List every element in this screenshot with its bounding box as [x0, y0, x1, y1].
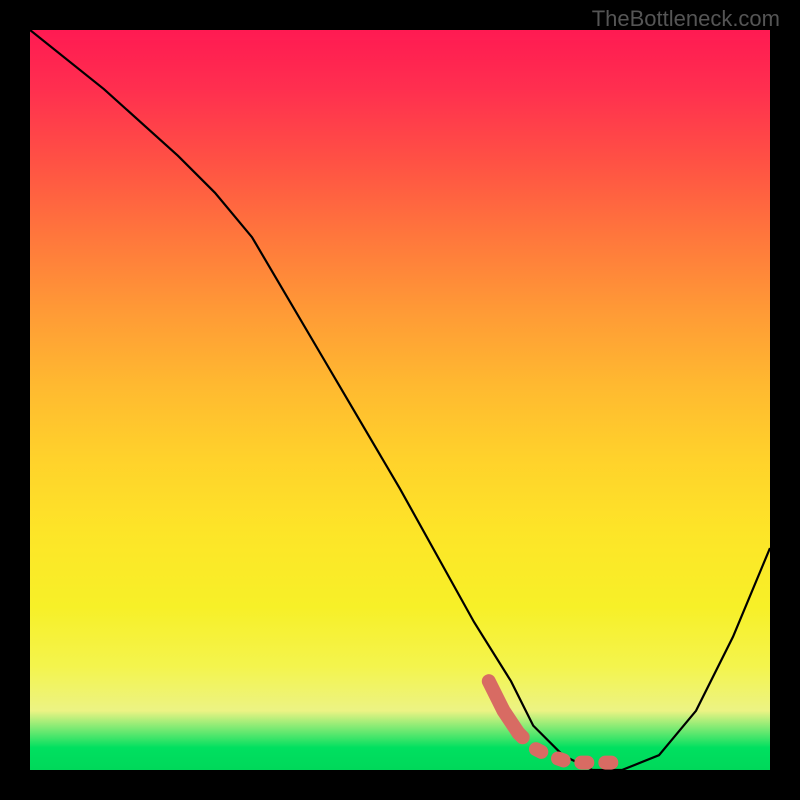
plot-area — [30, 30, 770, 770]
main-curve — [30, 30, 770, 770]
watermark-text: TheBottleneck.com — [592, 6, 780, 32]
dashed-marker — [518, 733, 614, 763]
chart-svg — [30, 30, 770, 770]
